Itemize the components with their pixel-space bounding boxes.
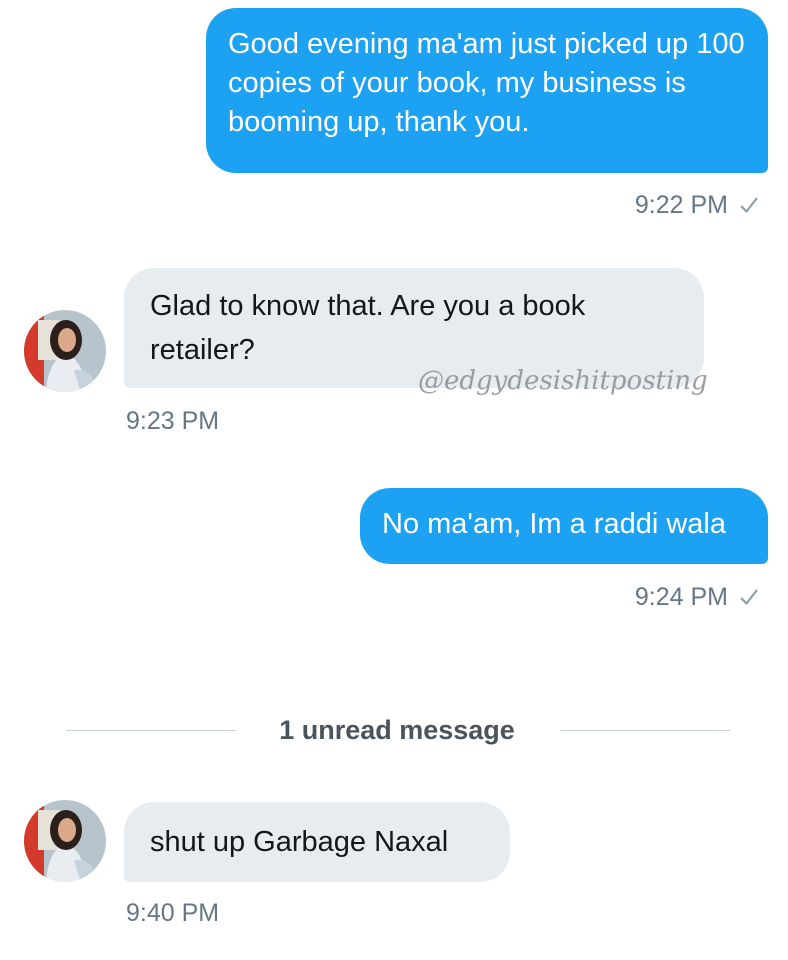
profile-photo: [24, 800, 106, 882]
message-timestamp: 9:24 PM: [635, 582, 760, 612]
check-icon: [740, 197, 758, 214]
message-text: No ma'am, Im a raddi wala: [382, 508, 726, 540]
message-timestamp: 9:23 PM: [126, 407, 220, 435]
timestamp-text: 9:22 PM: [634, 191, 728, 219]
incoming-message[interactable]: shut up Garbage Naxal: [124, 802, 510, 882]
message-timestamp: 9:22 PM: [635, 190, 760, 220]
timestamp-text: 9:24 PM: [634, 583, 728, 611]
unread-divider-label: 1 unread message: [279, 715, 515, 745]
avatar[interactable]: [24, 800, 106, 882]
message-text: shut up Garbage Naxal: [150, 826, 449, 858]
avatar[interactable]: [24, 310, 106, 392]
message-text: Glad to know that. Are you a book retail…: [150, 290, 586, 366]
profile-photo: [24, 310, 106, 392]
divider-line: [560, 730, 730, 731]
divider-line: [66, 730, 236, 731]
check-icon: [740, 589, 758, 606]
outgoing-message[interactable]: No ma'am, Im a raddi wala: [360, 488, 768, 564]
outgoing-message[interactable]: Good evening ma'am just picked up 100 co…: [206, 8, 768, 173]
message-timestamp: 9:40 PM: [126, 899, 220, 927]
watermark-text: @edgydesishitposting: [418, 366, 708, 396]
message-text: Good evening ma'am just picked up 100 co…: [228, 28, 745, 138]
